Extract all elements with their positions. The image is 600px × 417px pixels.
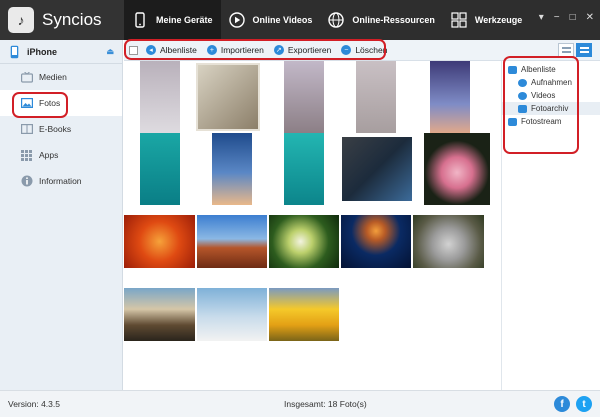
- sidebar-item-ebooks-label: E-Books: [39, 124, 72, 134]
- device-header[interactable]: iPhone ⏏: [0, 40, 122, 64]
- photo-thumbnail[interactable]: [197, 215, 267, 268]
- photo-thumbnail[interactable]: [342, 137, 412, 201]
- photo-thumbnail[interactable]: [140, 61, 180, 133]
- app-title: Syncios: [42, 10, 102, 29]
- eject-icon[interactable]: ⏏: [106, 47, 114, 56]
- window-controls: ▾ − □ ✕: [539, 12, 594, 23]
- close-icon[interactable]: ✕: [586, 12, 594, 23]
- social-links: f t: [554, 396, 592, 412]
- syncios-logo-icon: ♪: [8, 7, 34, 33]
- highlight-albums: [503, 56, 579, 154]
- sidebar-item-media-label: Medien: [39, 72, 67, 82]
- sidebar-item-apps-label: Apps: [39, 150, 59, 160]
- globe-icon: [328, 12, 345, 28]
- nav-online-videos[interactable]: Online Videos: [221, 0, 321, 40]
- top-bar: ♪ Syncios Meine Geräte Online Videos Onl…: [0, 0, 600, 40]
- status-bar: Version: 4.3.5 Insgesamt: 18 Foto(s) f t: [0, 390, 600, 417]
- nav-online-resources-label: Online-Ressourcen: [352, 15, 435, 25]
- photo-thumbnail[interactable]: [212, 133, 252, 205]
- nav-my-devices-label: Meine Geräte: [156, 15, 213, 25]
- photo-thumbnail[interactable]: [269, 288, 339, 341]
- menu-icon[interactable]: ▾: [539, 12, 544, 23]
- facebook-icon[interactable]: f: [554, 396, 570, 412]
- play-icon: [228, 12, 245, 28]
- list-view-button[interactable]: [558, 43, 574, 57]
- photo-thumbnail[interactable]: [269, 215, 339, 268]
- photo-grid: [124, 61, 501, 390]
- sidebar-item-information[interactable]: Information: [0, 168, 122, 194]
- brand: ♪ Syncios: [0, 0, 124, 40]
- tv-icon: [20, 71, 33, 83]
- sidebar-item-media[interactable]: Medien: [0, 64, 122, 90]
- nav-tools[interactable]: Werkzeuge: [443, 0, 530, 40]
- photo-thumbnail[interactable]: [124, 288, 195, 341]
- highlight-fotos: [12, 92, 68, 118]
- photo-thumbnail[interactable]: [430, 61, 470, 133]
- book-icon: [20, 123, 33, 135]
- grid-view-icon: [579, 47, 589, 53]
- minimize-icon[interactable]: −: [554, 12, 560, 23]
- photo-thumbnail[interactable]: [284, 61, 324, 133]
- grid-view-button[interactable]: [576, 43, 592, 57]
- photo-thumbnail[interactable]: [341, 215, 411, 268]
- nav-my-devices[interactable]: Meine Geräte: [124, 0, 221, 40]
- maximize-icon[interactable]: □: [570, 12, 576, 23]
- twitter-icon[interactable]: t: [576, 396, 592, 412]
- photo-thumbnail[interactable]: [197, 288, 267, 341]
- main-nav: Meine Geräte Online Videos Online-Ressou…: [124, 0, 530, 40]
- photo-thumbnail[interactable]: [284, 133, 324, 205]
- iphone-icon: [8, 45, 21, 58]
- photo-thumbnail[interactable]: [356, 61, 396, 133]
- photo-count-label: Insgesamt: 18 Foto(s): [284, 399, 367, 409]
- list-view-icon: [561, 47, 571, 53]
- photo-thumbnail[interactable]: [196, 63, 260, 131]
- device-name: iPhone: [27, 46, 58, 57]
- apps-icon: [20, 149, 33, 161]
- grid-icon: [451, 12, 467, 28]
- photo-thumbnail[interactable]: [424, 133, 490, 205]
- sidebar-item-information-label: Information: [39, 176, 82, 186]
- phone-icon: [132, 12, 148, 28]
- view-toggle: [558, 43, 592, 57]
- version-label: Version: 4.3.5: [8, 399, 60, 409]
- nav-online-resources[interactable]: Online-Ressourcen: [320, 0, 443, 40]
- nav-online-videos-label: Online Videos: [252, 15, 313, 25]
- sidebar-item-apps[interactable]: Apps: [0, 142, 122, 168]
- photo-thumbnail[interactable]: [413, 215, 484, 268]
- info-icon: [20, 175, 33, 187]
- sidebar-item-ebooks[interactable]: E-Books: [0, 116, 122, 142]
- nav-tools-label: Werkzeuge: [474, 15, 523, 25]
- highlight-toolbar: [124, 39, 386, 60]
- photo-thumbnail[interactable]: [140, 133, 180, 205]
- photo-thumbnail[interactable]: [124, 215, 195, 268]
